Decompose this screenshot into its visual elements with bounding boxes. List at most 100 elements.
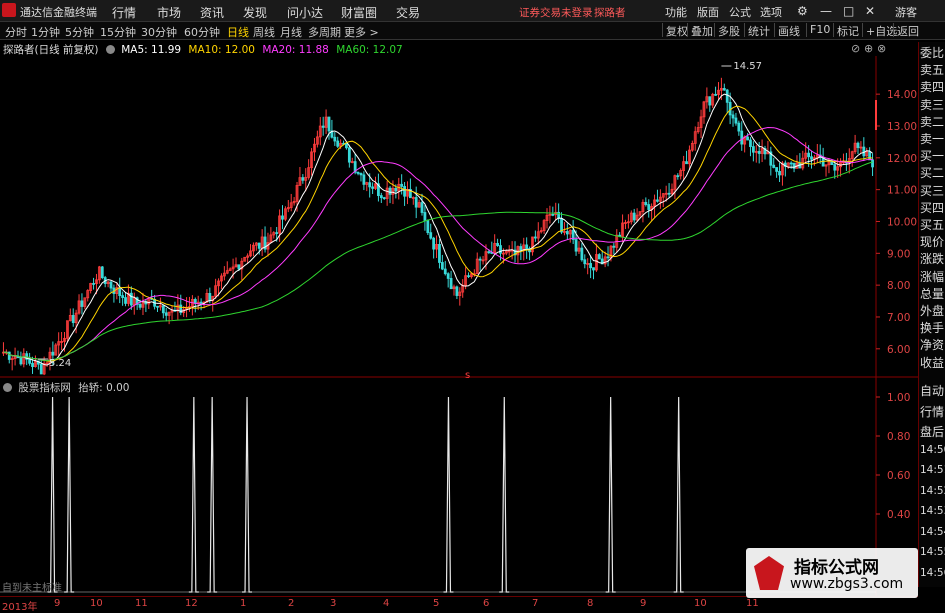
indicator-value: 抬轿: 0.00 bbox=[78, 382, 130, 394]
side-item[interactable]: 买五 bbox=[920, 216, 945, 233]
stamp-logo-icon bbox=[754, 556, 784, 590]
side-item[interactable]: 买三 bbox=[920, 182, 945, 199]
menu-options[interactable]: 选项 bbox=[760, 4, 782, 20]
side-item[interactable]: 14:53 bbox=[920, 505, 945, 517]
side-item[interactable]: 委比 bbox=[920, 44, 945, 61]
period-weekly[interactable]: 周线 bbox=[253, 24, 275, 40]
side-item[interactable]: 14:52 bbox=[920, 485, 945, 497]
side-item[interactable]: 外盘 bbox=[920, 302, 945, 319]
side-item[interactable]: 14:56 bbox=[920, 567, 945, 579]
period-more[interactable]: 更多 > bbox=[344, 24, 379, 40]
candle-body bbox=[432, 237, 436, 250]
side-item[interactable]: 买二 bbox=[920, 164, 945, 181]
candle-body bbox=[129, 292, 133, 306]
side-item[interactable]: 14:55 bbox=[920, 546, 945, 558]
period-daily[interactable]: 日线 bbox=[227, 24, 249, 40]
high-annotation-label: 14.57 bbox=[733, 61, 762, 72]
app-name: 通达信金融终端 bbox=[20, 6, 97, 19]
side-item[interactable]: 涨跌 bbox=[920, 250, 945, 267]
side-item[interactable]: 14:51 bbox=[920, 464, 945, 476]
watermark-stamp: 指标公式网 www.zbgs3.com bbox=[746, 548, 918, 598]
period-monthly[interactable]: 月线 bbox=[280, 24, 302, 40]
candle-body bbox=[807, 152, 810, 158]
candle-body bbox=[92, 283, 95, 285]
tool-stats[interactable]: 统计 bbox=[744, 23, 773, 38]
side-item[interactable]: 现价 bbox=[920, 233, 945, 250]
period-15min[interactable]: 15分钟 bbox=[100, 24, 136, 40]
side-item[interactable]: 自动 bbox=[920, 382, 945, 399]
period-5min[interactable]: 5分钟 bbox=[65, 24, 94, 40]
candle-body bbox=[327, 116, 331, 132]
candle-body bbox=[734, 117, 738, 124]
side-item[interactable]: 卖一 bbox=[920, 130, 945, 147]
x-tick-label: 10 bbox=[694, 598, 707, 609]
side-item[interactable]: 盘后 bbox=[920, 423, 945, 440]
candle-body bbox=[746, 136, 749, 141]
tool-mark[interactable]: 标记 bbox=[833, 23, 862, 38]
tool-f10[interactable]: F10 bbox=[806, 23, 833, 37]
menu-formula[interactable]: 公式 bbox=[729, 4, 751, 20]
close-icon[interactable]: ✕ bbox=[865, 4, 875, 18]
menu-quote[interactable]: 行情 bbox=[112, 4, 136, 21]
menu-function[interactable]: 功能 bbox=[665, 4, 687, 20]
kline-chart[interactable]: 14.0013.0012.0011.0010.009.008.007.006.0… bbox=[0, 0, 945, 609]
period-multi[interactable]: 多周期 bbox=[308, 24, 341, 40]
candle-body bbox=[443, 268, 447, 275]
menu-discover[interactable]: 发现 bbox=[243, 4, 267, 21]
price-tick-label: 9.00 bbox=[887, 248, 910, 260]
login-status[interactable]: 证券交易未登录 bbox=[519, 5, 593, 20]
candle-body bbox=[589, 263, 592, 269]
minimize-icon[interactable]: — bbox=[820, 4, 832, 18]
menu-trade[interactable]: 交易 bbox=[396, 4, 420, 21]
side-item[interactable]: 涨幅 bbox=[920, 268, 945, 285]
period-1min[interactable]: 1分钟 bbox=[31, 24, 60, 40]
period-30min[interactable]: 30分钟 bbox=[141, 24, 177, 40]
indicator-settings-icon[interactable] bbox=[3, 383, 12, 392]
side-item[interactable]: 换手 bbox=[920, 319, 945, 336]
side-item[interactable]: 总量 bbox=[920, 285, 945, 302]
candle-body bbox=[496, 243, 499, 246]
candle-body bbox=[333, 136, 337, 142]
tool-multistock[interactable]: 多股 bbox=[714, 23, 743, 38]
side-item[interactable]: 卖四 bbox=[920, 78, 945, 95]
side-item[interactable]: 买四 bbox=[920, 199, 945, 216]
side-item[interactable]: 收益 bbox=[920, 354, 945, 371]
side-item[interactable]: 14:54 bbox=[920, 526, 945, 538]
expand-icon[interactable]: ⊕ bbox=[864, 42, 873, 55]
menu-ask[interactable]: 问小达 bbox=[287, 4, 323, 21]
settings-icon[interactable]: ⚙ bbox=[797, 4, 808, 18]
candle-body bbox=[345, 143, 348, 149]
candle-body bbox=[871, 159, 874, 168]
menu-news[interactable]: 资讯 bbox=[200, 4, 224, 21]
menu-market[interactable]: 市场 bbox=[157, 4, 181, 21]
guest-label[interactable]: 游客 bbox=[895, 4, 917, 20]
side-item[interactable]: 卖三 bbox=[920, 96, 945, 113]
x-tick-label: 8 bbox=[587, 598, 594, 609]
close-panel-icon[interactable]: ⊗ bbox=[877, 42, 886, 55]
period-60min[interactable]: 60分钟 bbox=[184, 24, 220, 40]
tool-back[interactable]: 返回 bbox=[893, 23, 922, 38]
zoom-icon[interactable]: ⊘ bbox=[851, 42, 860, 55]
candle-body bbox=[722, 88, 726, 91]
candle-body bbox=[751, 146, 755, 153]
candle-body bbox=[368, 182, 372, 188]
side-item[interactable]: 净资 bbox=[920, 336, 945, 353]
side-item[interactable]: 买一 bbox=[920, 147, 945, 164]
period-timeshare[interactable]: 分时 bbox=[5, 24, 27, 40]
maximize-icon[interactable]: □ bbox=[843, 4, 854, 18]
side-item[interactable]: 卖五 bbox=[920, 61, 945, 78]
candle-body bbox=[161, 305, 165, 314]
menu-layout[interactable]: 版面 bbox=[697, 4, 719, 20]
candle-body bbox=[810, 156, 813, 160]
tool-draw[interactable]: 画线 bbox=[774, 23, 803, 38]
candle-body bbox=[606, 256, 610, 259]
side-item[interactable]: 14:50 bbox=[920, 444, 945, 456]
settings-dot-icon[interactable] bbox=[105, 45, 115, 54]
indicator-title: 股票指标网 抬轿: 0.00 bbox=[3, 380, 129, 395]
x-tick-label: 6 bbox=[483, 598, 490, 609]
tool-overlay[interactable]: 叠加 bbox=[687, 23, 716, 38]
menu-wealth[interactable]: 财富圈 bbox=[341, 4, 377, 21]
candle-body bbox=[551, 213, 555, 216]
side-item[interactable]: 卖二 bbox=[920, 113, 945, 130]
side-item[interactable]: 行情 bbox=[920, 403, 945, 420]
